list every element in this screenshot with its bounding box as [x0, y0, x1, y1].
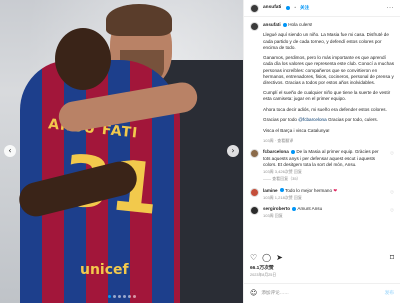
bookmark-icon[interactable]: ⌑	[390, 254, 394, 262]
post-header: ansufati • 关注 ···	[244, 0, 400, 17]
carousel-indicator	[0, 295, 243, 298]
carousel-dot	[112, 295, 116, 298]
caption-paragraph: Ganamos, perdimos, pero lo más important…	[263, 55, 394, 85]
add-comment-bar: ☺ 添加评论…… 发布	[244, 283, 400, 303]
caption-meta: 103周 · 查看翻译	[263, 137, 294, 143]
comment-item: lamine Todo lo mejor hermano ❤ 103周 1,21…	[250, 187, 394, 201]
post-actions: ♡ ◯ ➤ ⌑	[250, 254, 394, 262]
caption-paragraph: Cumplí el sueño de cualquier niño que ti…	[263, 90, 391, 102]
comment-meta: 103周 3,426次赞 回复	[263, 168, 302, 174]
commenter-avatar[interactable]	[250, 206, 259, 216]
carousel-dot	[127, 295, 131, 298]
caption: ansufati Hola culers! Llegué aquí siendo…	[250, 22, 394, 143]
verified-badge-icon	[292, 207, 297, 212]
caption-avatar[interactable]	[250, 22, 259, 31]
caption-thanks-prefix: Gracias por todo	[263, 117, 297, 123]
comment-icon[interactable]: ◯	[262, 254, 271, 262]
comment-meta: 103周 回复	[263, 213, 283, 219]
follow-button[interactable]: 关注	[300, 5, 309, 11]
instagram-post: ANSU FATI 31 unicef ‹ › ansufati • 关注 ··…	[0, 0, 400, 303]
verified-badge-icon	[279, 188, 284, 193]
like-count[interactable]: 66.1万次赞	[250, 266, 274, 272]
author-username[interactable]: ansufati	[263, 5, 281, 11]
caption-username[interactable]: ansufati	[263, 22, 281, 27]
author-avatar[interactable]	[250, 3, 259, 13]
comment-like-icon[interactable]: ♡	[390, 209, 394, 215]
caption-paragraph: Viscа el Barça i visca Catalunya!	[263, 127, 330, 133]
post-comment-button[interactable]: 发布	[385, 290, 394, 296]
next-photo-button[interactable]: ›	[227, 145, 239, 157]
view-replies-link[interactable]: —— 查看回复（35）	[263, 176, 386, 181]
commenter-username[interactable]: fcbarcelona	[263, 149, 289, 154]
previous-photo-button[interactable]: ‹	[4, 145, 16, 157]
caption-paragraph: Ahora toca decir adiós, mi sueño era def…	[263, 106, 387, 112]
heart-emoji-icon: ❤	[333, 187, 338, 193]
comment-like-icon[interactable]: ♡	[390, 152, 394, 158]
caption-thanks-suffix: Gracias por todo, culers.	[327, 117, 378, 123]
carousel-dot	[132, 295, 136, 298]
comment-item: sergiroberto Amunt Ansu 103周 回复 ♡	[250, 206, 394, 219]
comment-text: Todo lo mejor hermano	[285, 187, 333, 193]
carousel-dot	[117, 295, 121, 298]
commenter-username[interactable]: sergiroberto	[263, 206, 290, 211]
comment-meta: 103周 1,218次赞 回复	[263, 194, 302, 200]
mention-link[interactable]: @fcbarcelona	[298, 117, 326, 122]
comment-like-icon[interactable]: ♡	[390, 191, 394, 197]
comment-input[interactable]: 添加评论……	[261, 290, 380, 296]
verified-badge-icon	[286, 6, 291, 10]
comments-scroll[interactable]: ansufati Hola culers! Llegué aquí siendo…	[244, 18, 400, 253]
commenter-avatar[interactable]	[250, 187, 259, 197]
carousel-dot	[122, 295, 126, 298]
carousel-dot	[107, 295, 111, 298]
verified-badge-icon	[291, 150, 296, 155]
commenter-avatar[interactable]	[250, 149, 259, 159]
caption-paragraph: Llegué aquí siendo un niño. La Masia fue…	[263, 32, 389, 50]
photo-shirt-sponsor: unicef	[80, 262, 129, 278]
post-side-panel: ansufati • 关注 ··· ansufati Hola culers! …	[243, 0, 400, 303]
post-photo[interactable]: ANSU FATI 31 unicef ‹ ›	[0, 0, 243, 303]
share-icon[interactable]: ➤	[276, 254, 283, 262]
commenter-username[interactable]: lamine	[263, 188, 278, 193]
caption-thanks: Gracias por todo @fcbarcelona Gracias po…	[263, 117, 394, 123]
separator-dot: •	[294, 4, 297, 10]
heart-icon[interactable]: ♡	[250, 254, 257, 262]
photo-player-left-head	[55, 28, 111, 90]
comment-text: Amunt Ansu	[297, 206, 323, 212]
verified-badge-icon	[282, 22, 287, 27]
post-date: 2023年8月25日	[250, 273, 277, 277]
comment-item: fcbarcelona De la Masia al primer equip.…	[250, 149, 394, 181]
caption-greeting: Hola culers!	[288, 22, 313, 27]
more-icon[interactable]: ···	[387, 4, 395, 12]
photo-player-right-hair	[106, 4, 172, 36]
emoji-icon[interactable]: ☺	[250, 289, 257, 298]
